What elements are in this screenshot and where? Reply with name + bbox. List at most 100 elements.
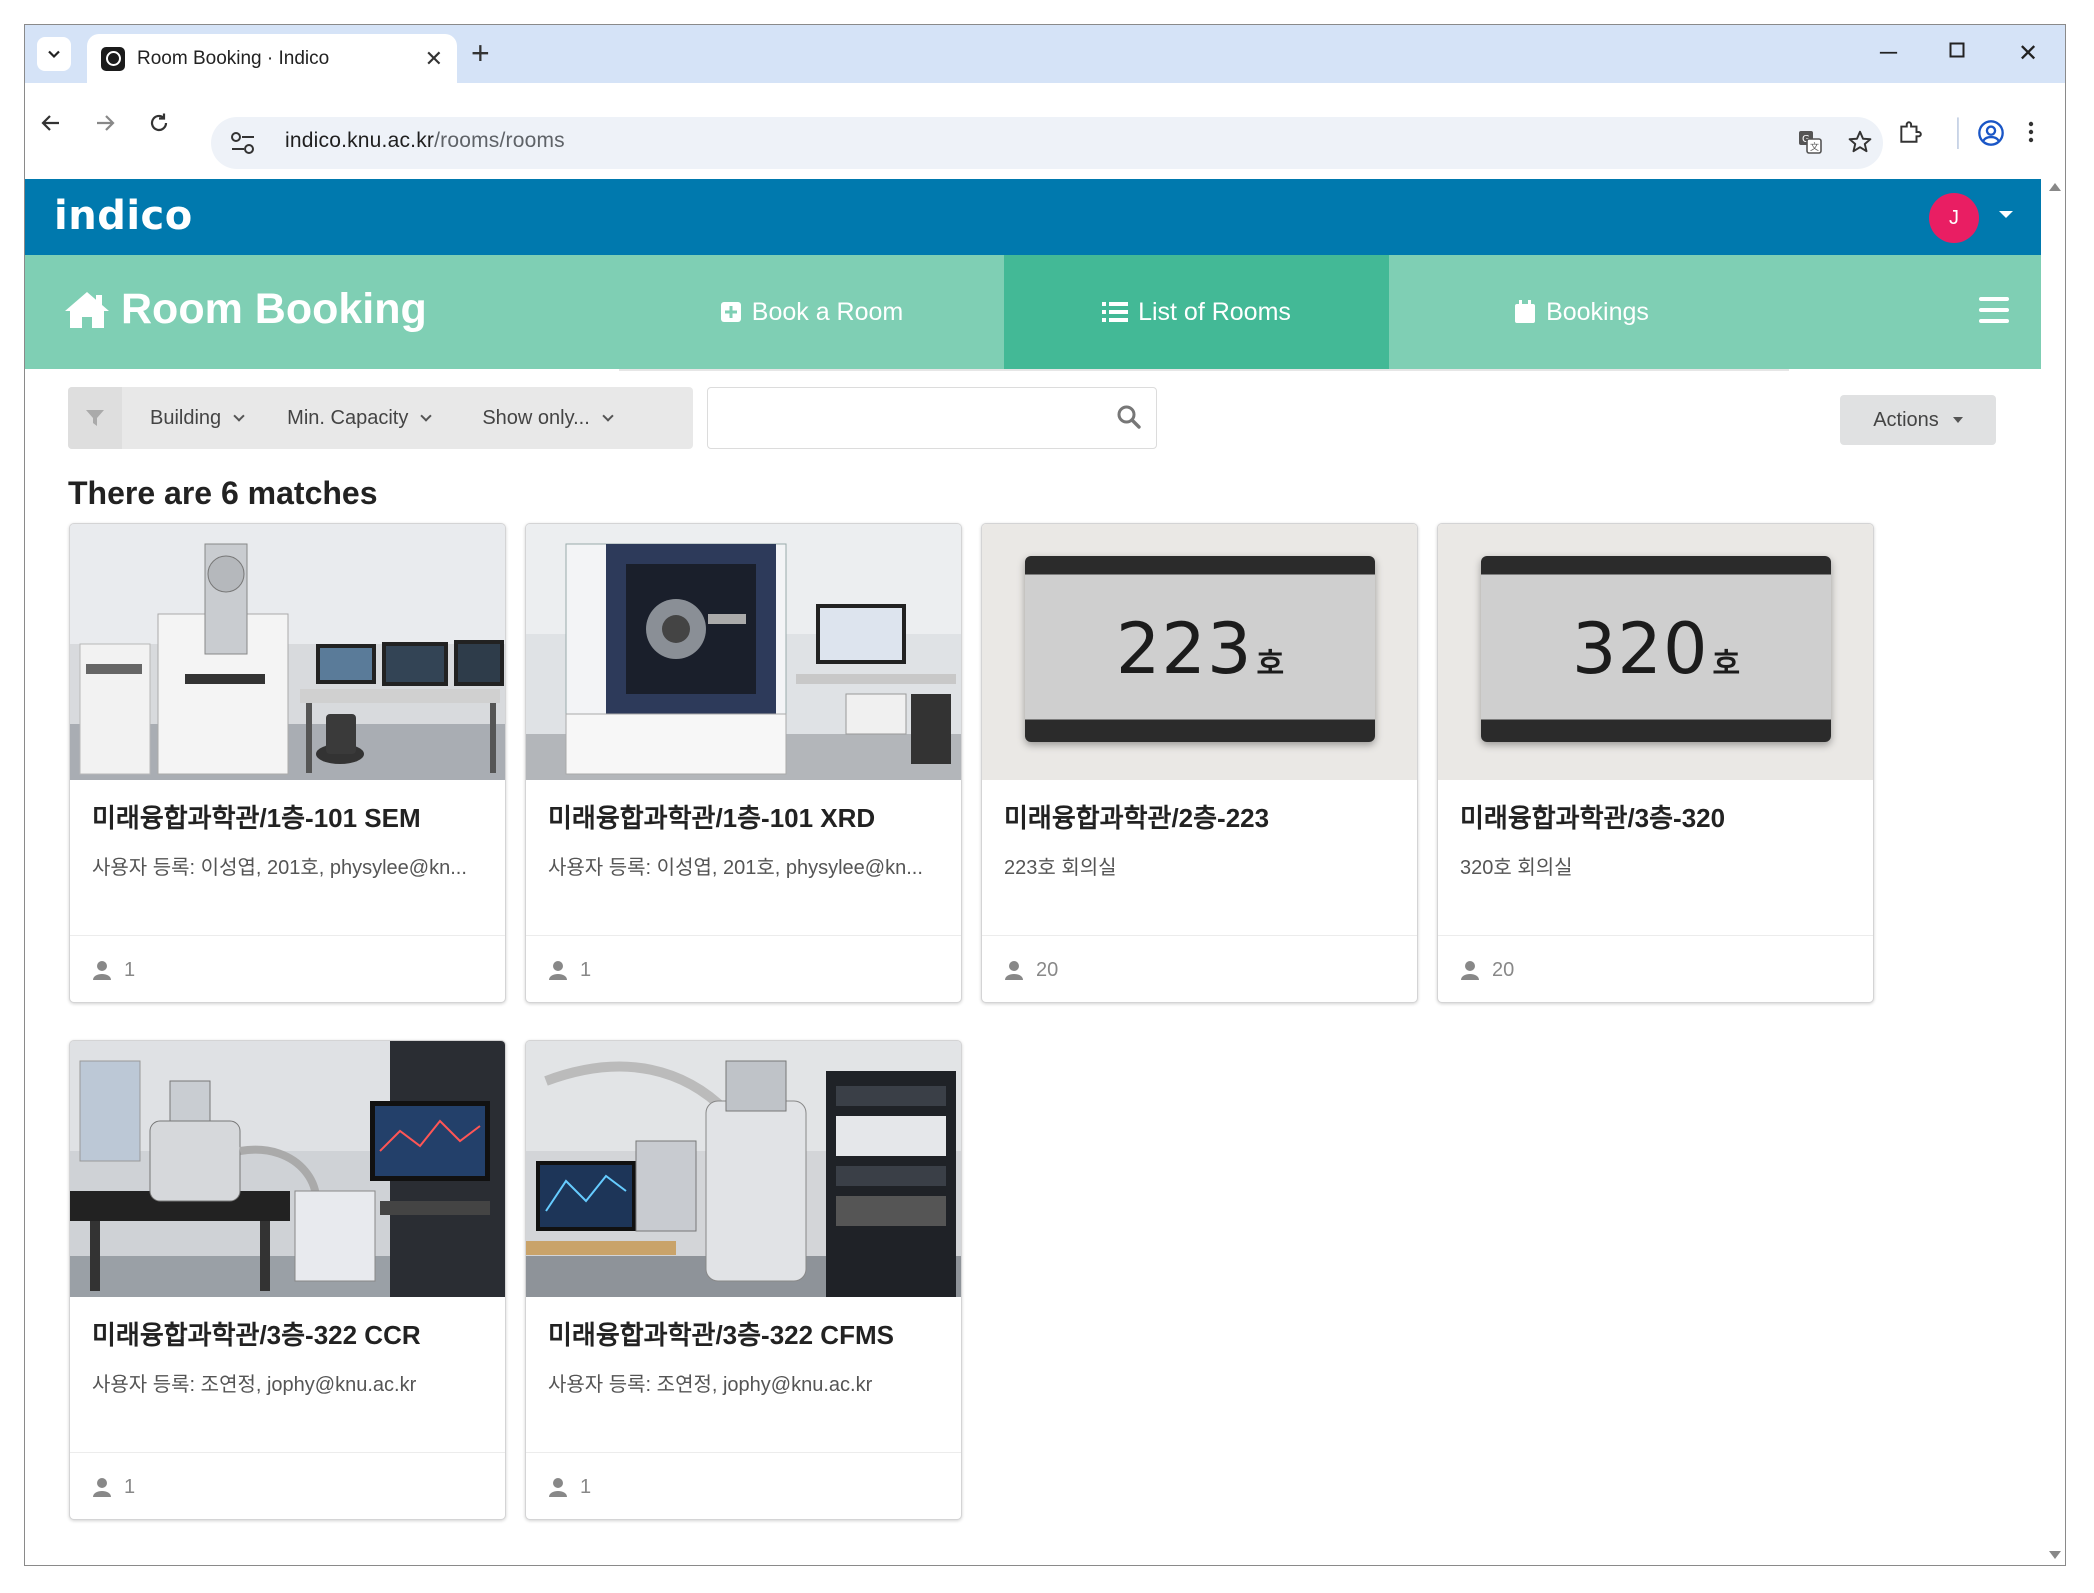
room-card[interactable]: 미래융합과학관/1층-101 XRD 사용자 등록: 이성엽, 201호, ph… (525, 523, 962, 1003)
room-card-body: 미래융합과학관/2층-223 223호 회의실 (982, 780, 1417, 935)
min-capacity-filter[interactable]: Min. Capacity (287, 406, 432, 430)
room-name[interactable]: 미래융합과학관/3층-320 (1460, 798, 1851, 835)
building-filter[interactable]: Building (150, 406, 245, 430)
room-capacity: 1 (526, 1452, 961, 1519)
indico-favicon-icon (101, 46, 125, 71)
room-photo-ccr[interactable] (70, 1041, 505, 1297)
forward-button[interactable] (93, 111, 117, 141)
room-capacity-value: 20 (1036, 958, 1059, 981)
svg-text:文: 文 (1810, 141, 1819, 153)
room-description: 사용자 등록: 이성엽, 201호, physylee@kn... (548, 857, 923, 879)
address-bar[interactable]: indico.knu.ac.kr/rooms/rooms G文 (211, 117, 1883, 169)
filter-bar: Building Min. Capacity Show only... (68, 387, 693, 449)
room-card[interactable]: 미래융합과학관/1층-101 SEM 사용자 등록: 이성엽, 201호, ph… (69, 523, 506, 1003)
plate-suffix: 호 (1256, 648, 1285, 681)
menu-bookings-label: Bookings (1546, 297, 1649, 326)
room-card[interactable]: 미래융합과학관/3층-322 CCR 사용자 등록: 조연정, jophy@kn… (69, 1040, 506, 1520)
room-name[interactable]: 미래융합과학관/3층-322 CCR (92, 1315, 483, 1352)
room-capacity-value: 1 (124, 958, 136, 981)
nav-underline (619, 369, 1789, 371)
room-name[interactable]: 미래융합과학관/1층-101 SEM (92, 798, 483, 835)
browser-menu-icon[interactable] (2027, 119, 2035, 152)
room-name[interactable]: 미래융합과학관/2층-223 (1004, 798, 1395, 835)
room-description: 사용자 등록: 이성엽, 201호, physylee@kn... (92, 857, 467, 879)
reload-button[interactable] (147, 111, 171, 141)
room-card[interactable]: 미래융합과학관/3층-322 CFMS 사용자 등록: 조연정, jophy@k… (525, 1040, 962, 1520)
room-card-body: 미래융합과학관/3층-322 CCR 사용자 등록: 조연정, jophy@kn… (70, 1297, 505, 1452)
menu-bookings[interactable]: Bookings (1389, 255, 1774, 369)
tab-strip: Room Booking · Indico ✕ + ─ ✕ (25, 25, 2065, 83)
menu-list-of-rooms[interactable]: List of Rooms (1004, 255, 1389, 369)
filter-icon[interactable] (68, 387, 122, 449)
tab-close-icon[interactable]: ✕ (425, 46, 443, 72)
user-icon (548, 1477, 568, 1497)
room-photo-xrd[interactable] (526, 524, 961, 780)
browser-tab[interactable]: Room Booking · Indico ✕ (87, 34, 457, 83)
scroll-down-arrow[interactable] (2049, 1551, 2061, 1559)
list-icon (1102, 301, 1129, 323)
room-name[interactable]: 미래융합과학관/1층-101 XRD (548, 798, 939, 835)
menu-book-a-room[interactable]: Book a Room (619, 255, 1004, 369)
room-booking-title: Room Booking (121, 285, 427, 333)
search-icon[interactable] (1116, 404, 1142, 430)
room-card-body: 미래융합과학관/3층-322 CFMS 사용자 등록: 조연정, jophy@k… (526, 1297, 961, 1452)
room-card-body: 미래융합과학관/1층-101 XRD 사용자 등록: 이성엽, 201호, ph… (526, 780, 961, 935)
plus-square-icon (720, 301, 742, 323)
scroll-up-arrow[interactable] (2049, 183, 2061, 191)
new-tab-button[interactable]: + (471, 37, 490, 69)
room-card[interactable]: 320 호 미래융합과학관/3층-320 320호 회의실 20 (1437, 523, 1874, 1003)
match-count: There are 6 matches (68, 475, 378, 511)
maximize-button[interactable] (1949, 37, 1965, 65)
menu-list-of-rooms-label: List of Rooms (1138, 297, 1291, 326)
user-icon (92, 1477, 112, 1497)
browser-toolbar: indico.knu.ac.kr/rooms/rooms G文 │ (25, 83, 2065, 179)
actions-dropdown[interactable]: Actions (1840, 395, 1996, 445)
room-photo-223[interactable]: 223 호 (982, 524, 1417, 780)
room-name[interactable]: 미래융합과학관/3층-322 CFMS (548, 1315, 939, 1352)
room-booking-home-link[interactable]: Room Booking (63, 285, 427, 334)
plate-suffix: 호 (1712, 648, 1741, 681)
user-avatar[interactable]: J (1929, 193, 1979, 243)
home-icon (65, 291, 109, 328)
room-description: 사용자 등록: 조연정, jophy@knu.ac.kr (92, 1374, 417, 1396)
tab-search-button[interactable] (37, 37, 71, 71)
indico-header: indico J (25, 179, 2041, 255)
room-photo-sem[interactable] (70, 524, 505, 780)
room-capacity-value: 1 (580, 1475, 592, 1498)
building-filter-label: Building (150, 406, 222, 429)
room-capacity: 1 (70, 1452, 505, 1519)
room-capacity-value: 1 (124, 1475, 136, 1498)
dropdown-triangle-icon (1952, 417, 1963, 423)
show-only-filter[interactable]: Show only... (482, 407, 614, 430)
indico-logo[interactable]: indico (54, 193, 193, 239)
min-capacity-filter-label: Min. Capacity (287, 406, 409, 429)
plate-number: 320 (1571, 608, 1709, 690)
bookmark-star-icon[interactable] (1847, 129, 1873, 162)
room-description: 320호 회의실 (1460, 857, 1573, 879)
arrow-left-icon (41, 115, 59, 131)
profile-icon[interactable] (1977, 119, 2005, 154)
chevron-down-icon (602, 409, 614, 422)
room-photo-320[interactable]: 320 호 (1438, 524, 1873, 780)
close-window-button[interactable]: ✕ (2018, 39, 2038, 68)
menu-book-a-room-label: Book a Room (751, 297, 904, 326)
back-button[interactable] (39, 111, 63, 141)
room-photo-cfms[interactable] (526, 1041, 961, 1297)
extensions-icon[interactable] (1897, 119, 1923, 152)
user-icon (1004, 960, 1024, 980)
toolbar-divider: │ (1951, 117, 1968, 147)
calendar-icon (1514, 300, 1536, 324)
minimize-button[interactable]: ─ (1880, 39, 1897, 67)
room-card-body: 미래융합과학관/1층-101 SEM 사용자 등록: 이성엽, 201호, ph… (70, 780, 505, 935)
chevron-down-icon (233, 409, 245, 422)
hamburger-menu-icon[interactable] (1979, 297, 2009, 330)
translate-icon[interactable]: G文 (1797, 129, 1823, 162)
browser-window: Room Booking · Indico ✕ + ─ ✕ indico.knu… (24, 24, 2066, 1566)
room-capacity-value: 1 (580, 958, 592, 981)
room-card[interactable]: 223 호 미래융합과학관/2층-223 223호 회의실 20 (981, 523, 1418, 1003)
tab-title: Room Booking · Indico (137, 47, 330, 69)
room-search-input[interactable] (708, 388, 1088, 446)
url-path: /rooms/rooms (434, 129, 565, 152)
user-menu-caret-icon[interactable] (1999, 211, 2013, 218)
url-text: indico.knu.ac.kr/rooms/rooms (285, 129, 565, 153)
